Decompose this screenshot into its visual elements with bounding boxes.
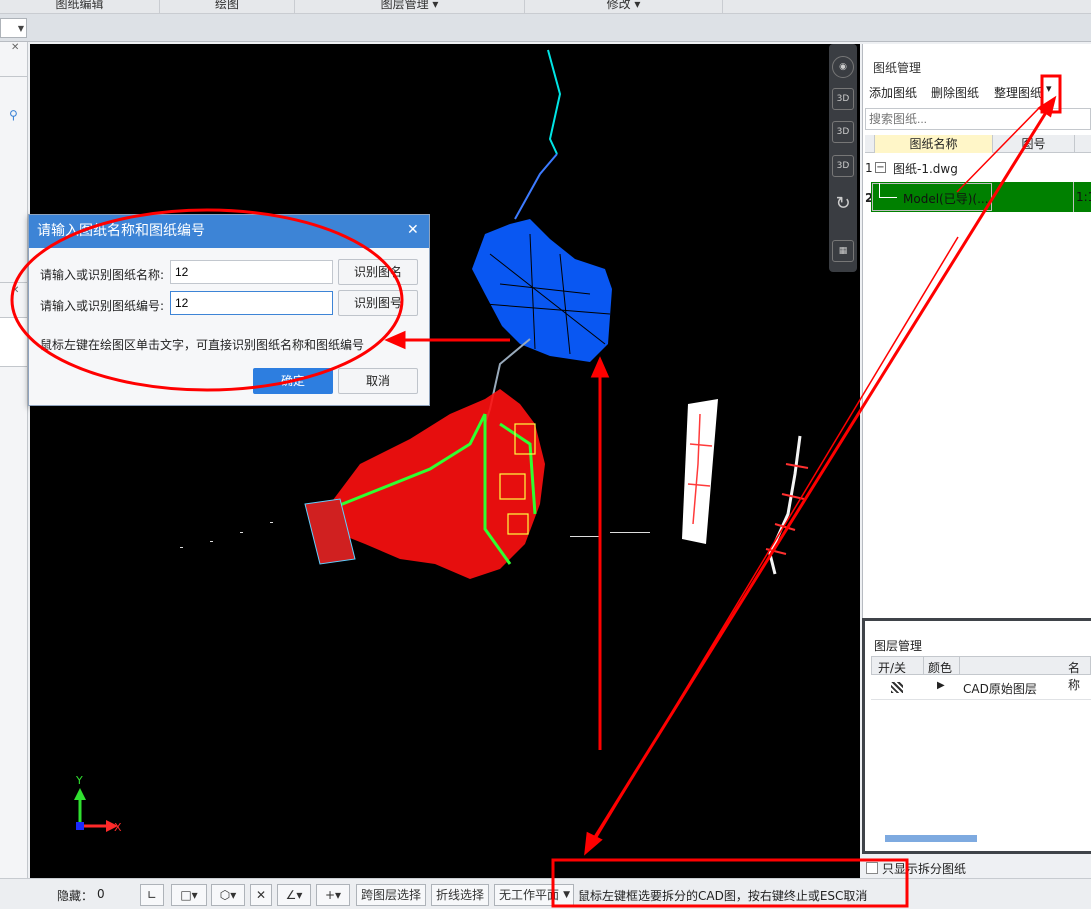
layer-panel-title: 图层管理 bbox=[874, 639, 923, 653]
dialog-title: 请输入图纸名称和图纸编号 bbox=[37, 223, 205, 239]
cross-layer-select-button[interactable]: 跨图层选择 bbox=[356, 884, 426, 906]
layer-toggle-icon[interactable] bbox=[891, 682, 903, 693]
dialog-hint: 鼠标左键在绘图区单击文字，可直接识别图纸名称和图纸编号 bbox=[40, 338, 365, 352]
left-side-panel: ✕ ⚲ ✕ bbox=[0, 42, 28, 878]
snap-select-icon[interactable]: □▾ bbox=[171, 884, 207, 906]
drawing-name-input[interactable] bbox=[170, 260, 333, 284]
close-icon[interactable]: ✕ bbox=[407, 222, 419, 238]
cad-right-marks bbox=[765, 463, 809, 555]
view-toolbar: ◉ 3D 3D 3D ↻ ▦ bbox=[829, 44, 857, 272]
layer-row[interactable]: ▶ CAD原始图层 bbox=[871, 676, 1091, 700]
drawing-file-name: 图纸-1.dwg bbox=[893, 162, 958, 176]
divider bbox=[0, 282, 27, 283]
expand-arrow-icon[interactable]: ▶ bbox=[937, 680, 945, 691]
column-color[interactable]: 颜色 bbox=[928, 659, 952, 676]
menu-modify[interactable]: 修改 ▾ bbox=[525, 0, 723, 13]
model-sheet-number: 1:1 bbox=[1076, 190, 1091, 204]
drawing-name-dialog: 请输入图纸名称和图纸编号 ✕ 请输入或识别图纸名称: 识别图名 请输入或识别图纸… bbox=[28, 214, 430, 406]
drawing-search-input[interactable] bbox=[865, 108, 1091, 130]
layer-grid-header: 开/关 颜色 名称 bbox=[871, 656, 1091, 692]
recognize-number-button[interactable]: 识别图号 bbox=[338, 290, 418, 316]
add-drawing-button[interactable]: 添加图纸 bbox=[869, 84, 917, 101]
axis-x-label: X bbox=[114, 821, 122, 834]
angle-icon[interactable]: ∠▾ bbox=[277, 884, 311, 906]
only-split-checkbox[interactable] bbox=[866, 862, 878, 874]
drawing-number-label: 请输入或识别图纸编号: bbox=[40, 299, 165, 313]
drawing-name-label: 请输入或识别图纸名称: bbox=[40, 268, 165, 282]
only-split-label: 只显示拆分图纸 bbox=[882, 862, 967, 876]
horizontal-scrollbar[interactable] bbox=[885, 835, 977, 842]
tree-line bbox=[879, 183, 880, 197]
divider bbox=[959, 657, 960, 674]
drawing-number-input[interactable] bbox=[170, 291, 333, 315]
organize-drawing-button[interactable]: 整理图纸 bbox=[994, 84, 1042, 101]
cell-divider bbox=[1073, 182, 1074, 212]
chevron-down-icon: ▼ bbox=[17, 24, 24, 33]
workplane-select[interactable]: 无工作平面 ▼ bbox=[494, 884, 574, 906]
ok-button[interactable]: 确定 bbox=[253, 368, 333, 394]
tool-strip bbox=[0, 14, 1091, 42]
status-bar: 隐藏： 0 ∟ □▾ ⬡▾ ✕ ∠▾ +▾ 跨图层选择 折线选择 无工作平面 ▼… bbox=[0, 878, 1091, 909]
delete-drawing-button[interactable]: 删除图纸 bbox=[931, 84, 979, 101]
close-icon[interactable]: ✕ bbox=[11, 42, 19, 53]
menu-bar: 图纸编辑 绘图 图层管理 ▾ 修改 ▾ bbox=[0, 0, 1091, 14]
row-index: 1 bbox=[865, 161, 873, 175]
column-on-off[interactable]: 开/关 bbox=[878, 659, 906, 676]
drawing-management-panel: 图纸管理 添加图纸 删除图纸 整理图纸 ▾ bbox=[862, 44, 1091, 618]
cad-drawing: Y X bbox=[74, 49, 809, 834]
menu-drawing-edit[interactable]: 图纸编辑 bbox=[0, 0, 160, 13]
menu-layer-management[interactable]: 图层管理 ▾ bbox=[295, 0, 525, 13]
model-sheet-name: Model(已导)(... bbox=[903, 192, 989, 206]
cancel-button[interactable]: 取消 bbox=[338, 368, 418, 394]
organize-dropdown-icon[interactable]: ▾ bbox=[1046, 82, 1052, 95]
only-show-split-option[interactable]: 只显示拆分图纸 bbox=[862, 858, 1091, 878]
axis-y-label: Y bbox=[75, 774, 83, 787]
divider bbox=[923, 657, 924, 674]
chevron-down-icon: ▼ bbox=[563, 890, 570, 900]
collapse-icon[interactable]: − bbox=[875, 162, 886, 173]
close-icon[interactable]: ✕ bbox=[11, 285, 19, 296]
cross-icon[interactable]: ✕ bbox=[250, 884, 272, 906]
cad-road-north bbox=[547, 49, 562, 155]
cad-road-blue bbox=[514, 153, 558, 220]
dimension-icon[interactable]: +▾ bbox=[316, 884, 350, 906]
table-row[interactable]: 1 − 图纸-1.dwg bbox=[865, 156, 1091, 180]
drawing-canvas[interactable]: Y X bbox=[30, 44, 860, 878]
polyline-select-button[interactable]: 折线选择 bbox=[431, 884, 489, 906]
object-snap-icon[interactable]: ⬡▾ bbox=[211, 884, 245, 906]
rotate-icon[interactable]: ↻ bbox=[832, 194, 854, 216]
orthogonal-icon[interactable]: ∟ bbox=[140, 884, 164, 906]
divider bbox=[0, 76, 27, 77]
view-3d-button-1[interactable]: 3D bbox=[832, 88, 854, 110]
column-drawing-name[interactable]: 图纸名称 bbox=[875, 135, 993, 153]
dialog-title-bar: 请输入图纸名称和图纸编号 bbox=[29, 215, 429, 248]
left-list bbox=[0, 317, 27, 367]
status-prompt: 鼠标左键框选要拆分的CAD图，按右键终止或ESC取消 bbox=[578, 889, 868, 903]
recognize-name-button[interactable]: 识别图名 bbox=[338, 259, 418, 285]
axis-y-arrow bbox=[74, 788, 86, 800]
menu-draw[interactable]: 绘图 bbox=[160, 0, 295, 13]
hidden-count-label: 隐藏： bbox=[57, 889, 94, 903]
table-row-selected[interactable]: 2 Model(已导)(... 1:1 bbox=[865, 182, 1091, 214]
axis-origin bbox=[76, 822, 84, 830]
layer-name: CAD原始图层 bbox=[963, 682, 1037, 696]
cad-blue-area bbox=[472, 219, 612, 362]
left-combo[interactable]: ▼ bbox=[0, 18, 27, 38]
column-drawing-number[interactable]: 图号 bbox=[993, 135, 1075, 153]
drawing-grid-header: 图纸名称 图号 bbox=[865, 135, 1091, 153]
grid-view-icon[interactable]: ▦ bbox=[832, 240, 854, 262]
drawing-panel-title: 图纸管理 bbox=[873, 61, 922, 75]
search-icon[interactable]: ⚲ bbox=[9, 108, 18, 122]
view-3d-button-3[interactable]: 3D bbox=[832, 155, 854, 177]
globe-icon[interactable]: ◉ bbox=[832, 56, 854, 78]
cad-red-area bbox=[330, 389, 545, 579]
hidden-count-value: 0 bbox=[97, 887, 105, 901]
workplane-value: 无工作平面 bbox=[499, 888, 560, 902]
view-3d-button-2[interactable]: 3D bbox=[832, 121, 854, 143]
tree-line bbox=[879, 197, 897, 198]
layer-management-panel: 图层管理 开/关 颜色 名称 ▶ CAD原始图层 bbox=[862, 618, 1091, 854]
grid-corner bbox=[865, 135, 875, 153]
